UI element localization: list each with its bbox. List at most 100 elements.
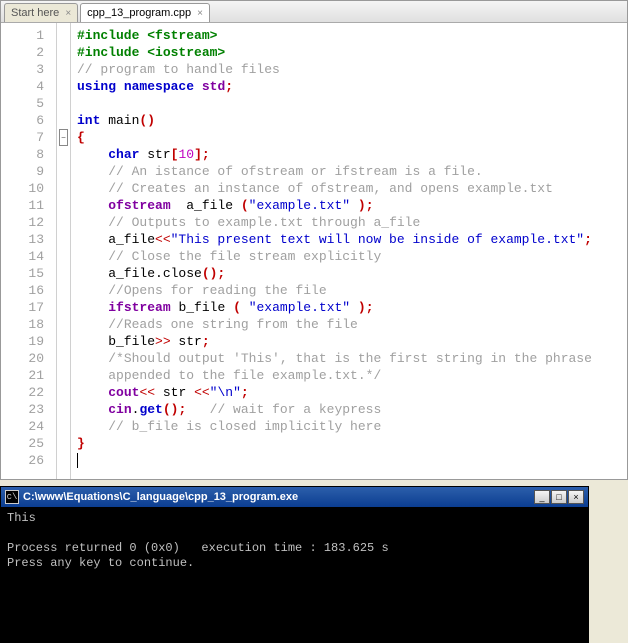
line-number: 13 [5, 231, 44, 248]
code-line[interactable]: ofstream a_file ("example.txt" ); [77, 197, 621, 214]
code-line[interactable]: b_file>> str; [77, 333, 621, 350]
fold-slot: − [57, 129, 70, 146]
tab-source-file[interactable]: cpp_13_program.cpp × [80, 3, 210, 22]
line-number: 2 [5, 44, 44, 61]
line-number: 24 [5, 418, 44, 435]
editor-window: Start here × cpp_13_program.cpp × 123456… [0, 0, 628, 480]
code-line[interactable]: { [77, 129, 621, 146]
code-line[interactable]: using namespace std; [77, 78, 621, 95]
line-number: 11 [5, 197, 44, 214]
console-icon: c\ [5, 490, 19, 504]
tab-label: cpp_13_program.cpp [87, 7, 191, 19]
line-number: 16 [5, 282, 44, 299]
fold-slot [57, 231, 70, 248]
fold-slot [57, 384, 70, 401]
line-number: 22 [5, 384, 44, 401]
line-number: 18 [5, 316, 44, 333]
code-line[interactable] [77, 95, 621, 112]
maximize-button[interactable]: □ [551, 490, 567, 504]
minimize-button[interactable]: _ [534, 490, 550, 504]
fold-slot [57, 27, 70, 44]
fold-slot [57, 265, 70, 282]
line-number: 15 [5, 265, 44, 282]
code-line[interactable]: // b_file is closed implicitly here [77, 418, 621, 435]
line-number: 25 [5, 435, 44, 452]
fold-slot [57, 197, 70, 214]
code-line[interactable] [77, 452, 621, 469]
code-line[interactable]: a_file<<"This present text will now be i… [77, 231, 621, 248]
code-line[interactable]: // program to handle files [77, 61, 621, 78]
code-line[interactable]: // Outputs to example.txt through a_file [77, 214, 621, 231]
code-line[interactable]: // Creates an instance of ofstream, and … [77, 180, 621, 197]
fold-slot [57, 282, 70, 299]
line-number: 7 [5, 129, 44, 146]
line-number: 6 [5, 112, 44, 129]
console-title-text: C:\www\Equations\C_language\cpp_13_progr… [23, 491, 534, 503]
line-number: 12 [5, 214, 44, 231]
line-number: 8 [5, 146, 44, 163]
code-line[interactable]: /*Should output 'This', that is the firs… [77, 350, 621, 367]
line-number: 10 [5, 180, 44, 197]
fold-slot [57, 452, 70, 469]
fold-slot [57, 333, 70, 350]
line-number: 4 [5, 78, 44, 95]
fold-slot [57, 401, 70, 418]
line-number: 14 [5, 248, 44, 265]
fold-slot [57, 367, 70, 384]
fold-slot [57, 61, 70, 78]
close-button[interactable]: × [568, 490, 584, 504]
fold-slot [57, 180, 70, 197]
line-number: 20 [5, 350, 44, 367]
line-number: 19 [5, 333, 44, 350]
editor-body: 1234567891011121314151617181920212223242… [1, 23, 627, 479]
tab-label: Start here [11, 7, 59, 19]
code-line[interactable]: cin.get(); // wait for a keypress [77, 401, 621, 418]
line-number: 3 [5, 61, 44, 78]
console-window: c\ C:\www\Equations\C_language\cpp_13_pr… [0, 486, 589, 643]
close-icon[interactable]: × [197, 8, 203, 19]
fold-slot [57, 214, 70, 231]
fold-slot [57, 78, 70, 95]
code-line[interactable]: //Opens for reading the file [77, 282, 621, 299]
code-line[interactable]: } [77, 435, 621, 452]
tab-start-here[interactable]: Start here × [4, 3, 78, 22]
line-number: 26 [5, 452, 44, 469]
line-number-gutter: 1234567891011121314151617181920212223242… [1, 23, 57, 479]
tab-bar: Start here × cpp_13_program.cpp × [1, 1, 627, 23]
code-area[interactable]: #include <fstream>#include <iostream>// … [71, 23, 627, 479]
code-line[interactable]: //Reads one string from the file [77, 316, 621, 333]
line-number: 23 [5, 401, 44, 418]
code-line[interactable]: #include <iostream> [77, 44, 621, 61]
line-number: 21 [5, 367, 44, 384]
code-line[interactable]: ifstream b_file ( "example.txt" ); [77, 299, 621, 316]
fold-toggle-icon[interactable]: − [59, 129, 68, 146]
fold-slot [57, 44, 70, 61]
code-line[interactable]: int main() [77, 112, 621, 129]
fold-slot [57, 350, 70, 367]
code-line[interactable]: cout<< str <<"\n"; [77, 384, 621, 401]
console-titlebar[interactable]: c\ C:\www\Equations\C_language\cpp_13_pr… [1, 487, 588, 507]
close-icon[interactable]: × [65, 8, 71, 19]
code-line[interactable]: appended to the file example.txt.*/ [77, 367, 621, 384]
line-number: 9 [5, 163, 44, 180]
fold-slot [57, 316, 70, 333]
console-output[interactable]: This Process returned 0 (0x0) execution … [1, 507, 588, 642]
fold-slot [57, 248, 70, 265]
line-number: 5 [5, 95, 44, 112]
fold-column: − [57, 23, 71, 479]
code-line[interactable]: // Close the file stream explicitly [77, 248, 621, 265]
fold-slot [57, 299, 70, 316]
fold-slot [57, 95, 70, 112]
line-number: 17 [5, 299, 44, 316]
fold-slot [57, 418, 70, 435]
window-buttons: _ □ × [534, 490, 584, 504]
code-line[interactable]: char str[10]; [77, 146, 621, 163]
fold-slot [57, 435, 70, 452]
code-line[interactable]: // An istance of ofstream or ifstream is… [77, 163, 621, 180]
fold-slot [57, 112, 70, 129]
fold-slot [57, 146, 70, 163]
fold-slot [57, 163, 70, 180]
code-line[interactable]: #include <fstream> [77, 27, 621, 44]
line-number: 1 [5, 27, 44, 44]
code-line[interactable]: a_file.close(); [77, 265, 621, 282]
